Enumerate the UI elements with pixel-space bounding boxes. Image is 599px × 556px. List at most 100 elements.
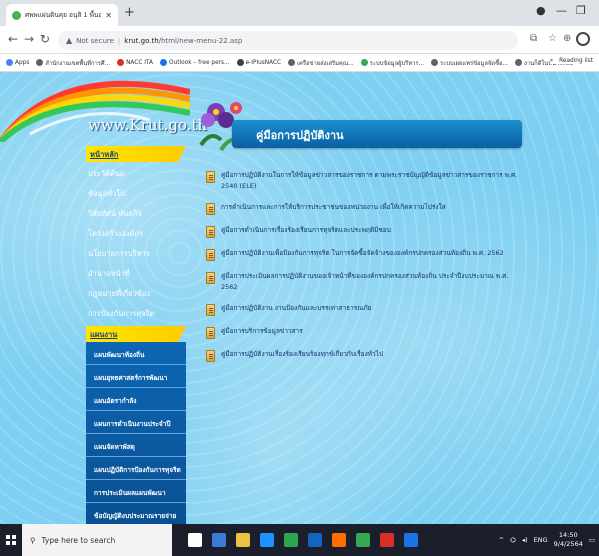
- sidebar-item-main[interactable]: ข้อมูลทั่วไป: [86, 182, 186, 202]
- sidebar-item-main[interactable]: ประวัติค้นม: [86, 162, 186, 182]
- document-list-item: คู่มือการประเมินผลการปฏิบัติงานของเจ้าหน…: [206, 271, 526, 293]
- clock[interactable]: 14:50 9/4/2564: [554, 531, 583, 549]
- extensions-icon[interactable]: ⊕: [563, 33, 571, 44]
- sidebar-item-plan[interactable]: แผนการดำเนินงานประจำปี: [86, 411, 186, 434]
- sidebar-item-main[interactable]: อำนาจหน้าที่: [86, 262, 186, 282]
- system-tray: ^ ⌬ ◂) ENG 14:50 9/4/2564 ▭: [499, 524, 595, 556]
- bookmark-star-icon[interactable]: ☆: [548, 33, 557, 44]
- taskbar-apps: [188, 533, 418, 547]
- volume-icon[interactable]: ◂): [522, 536, 528, 544]
- bookmark-favicon-icon: [515, 59, 523, 66]
- bookmark-label: เครือข่ายส่งเสริมคุณ...: [297, 60, 354, 67]
- bookmark-favicon-icon: [117, 59, 125, 66]
- bookmark-item[interactable]: ระบบข้อมูลผู้บริหาร...: [360, 58, 425, 68]
- new-tab-button[interactable]: +: [124, 5, 135, 20]
- translate-icon[interactable]: ⧉: [530, 33, 537, 44]
- bookmark-favicon-icon: [236, 59, 244, 66]
- clock-time: 14:50: [558, 531, 578, 539]
- document-link[interactable]: คู่มือการประเมินผลการปฏิบัติงานของเจ้าหน…: [221, 271, 526, 293]
- sidebar-item-plan[interactable]: ข้อบัญญัติงบประมาณรายจ่าย: [86, 503, 186, 524]
- sidebar-head-plan[interactable]: แผนงาน: [86, 326, 186, 342]
- document-link[interactable]: คู่มือการบริการข้อมูลข่าวสาร: [221, 326, 303, 337]
- sidebar-item-main[interactable]: การป้องกันการทุจริต: [86, 302, 186, 322]
- document-link[interactable]: คู่มือการปฏิบัติงาน งานป้องกันและบรรเทาส…: [221, 303, 371, 314]
- bookmark-favicon-icon: [159, 59, 167, 66]
- bookmark-item[interactable]: สำนักงานเขตพื้นที่การศึ...: [36, 58, 110, 68]
- network-icon[interactable]: ⌬: [510, 536, 516, 544]
- document-list-item: คู่มือการปฏิบัติงาน งานป้องกันและบรรเทาส…: [206, 303, 526, 316]
- sidebar-item-plan[interactable]: แผนอัตรากำลัง: [86, 388, 186, 411]
- tray-chevron-icon[interactable]: ^: [499, 536, 504, 544]
- document-icon: [206, 171, 215, 183]
- clock-date: 9/4/2564: [553, 540, 583, 548]
- taskbar-app-icon[interactable]: [260, 533, 274, 547]
- bookmark-favicon-icon: [6, 59, 13, 66]
- minimize-button[interactable]: —: [556, 4, 567, 17]
- reading-list-button[interactable]: Reading list: [559, 58, 593, 64]
- url-host: krut.go.th: [124, 36, 159, 45]
- sidebar-item-main[interactable]: โครงสร้างองค์กร: [86, 222, 186, 242]
- forward-button[interactable]: →: [24, 32, 34, 46]
- taskbar-app-icon[interactable]: [380, 533, 394, 547]
- bookmark-item[interactable]: Apps: [6, 59, 29, 66]
- bookmark-label: Apps: [15, 59, 30, 66]
- tab-title: ศพพแผ่นดินคุย อนุสิ 1 พื้นอศูล: [25, 11, 102, 19]
- sidebar-item-plan[interactable]: แผนยุทธศาสตร์การพัฒนา: [86, 365, 186, 388]
- taskbar-app-icon[interactable]: [236, 533, 250, 547]
- warning-icon: ▲: [66, 36, 73, 45]
- bookmark-item[interactable]: เครือข่ายส่งเสริมคุณ...: [288, 58, 354, 68]
- taskbar-app-icon[interactable]: [212, 533, 226, 547]
- language-indicator[interactable]: ENG: [534, 536, 548, 544]
- document-list-item: คู่มือการปฏิบัติงานในการให้ข้อมูลข่าวสาร…: [206, 170, 526, 192]
- bookmark-label: ระบบข้อมูลผู้บริหาร...: [369, 60, 425, 67]
- bookmark-favicon-icon: [431, 59, 439, 66]
- bookmark-item[interactable]: NACC ITA: [117, 59, 153, 66]
- bookmarks-more-button[interactable]: »: [550, 58, 554, 64]
- windows-icon: [6, 535, 16, 545]
- taskbar-app-icon[interactable]: [308, 533, 322, 547]
- record-indicator-icon: ●: [536, 4, 546, 17]
- sidebar-item-main[interactable]: วิสัยทัศน์ พันธกิจ: [86, 202, 186, 222]
- browser-tab[interactable]: ศพพแผ่นดินคุย อนุสิ 1 พื้นอศูล ✕: [6, 4, 118, 26]
- reload-button[interactable]: ↻: [40, 32, 50, 46]
- taskbar-app-icon[interactable]: [284, 533, 298, 547]
- bookmark-label: NACC ITA: [126, 59, 153, 66]
- close-tab-icon[interactable]: ✕: [105, 11, 112, 20]
- document-link[interactable]: คู่มือการปฏิบัติงานเรื่องร้องเรียนร้องทุ…: [221, 349, 383, 360]
- back-button[interactable]: ←: [8, 32, 18, 46]
- bookmark-item[interactable]: e-IPlusNACC: [236, 59, 282, 66]
- not-secure-label: Not secure: [76, 36, 114, 45]
- sidebar-item-main[interactable]: กฎหมายที่เกี่ยวข้อง: [86, 282, 186, 302]
- url-field[interactable]: ▲ Not secure | krut.go.th/html/new-menu-…: [58, 31, 518, 50]
- sidebar-head-main[interactable]: หน้าหลัก: [86, 146, 186, 162]
- document-link[interactable]: คู่มือการดำเนินการเรื่องร้องเรียนการทุจร…: [221, 225, 391, 236]
- taskbar-app-icon[interactable]: [356, 533, 370, 547]
- taskbar-app-icon[interactable]: [188, 533, 202, 547]
- taskbar-app-icon[interactable]: [332, 533, 346, 547]
- document-icon: [206, 327, 215, 339]
- bookmark-item[interactable]: ระบบเผยแพร่ข้อมูลจัดซื้อ...: [431, 58, 508, 68]
- sidebar-item-plan[interactable]: แผนจัดหาพัสดุ: [86, 434, 186, 457]
- document-link[interactable]: คู่มือการปฏิบัติงานในการให้ข้อมูลข่าวสาร…: [221, 170, 526, 192]
- search-placeholder: Type here to search: [41, 535, 116, 545]
- start-button[interactable]: [0, 524, 22, 556]
- sidebar-item-plan[interactable]: การประเมินผลแผนพัฒนา: [86, 480, 186, 503]
- profile-avatar-icon[interactable]: [576, 32, 590, 46]
- taskbar-app-icon[interactable]: [404, 533, 418, 547]
- taskbar-search[interactable]: ⚲ Type here to search: [22, 524, 172, 556]
- document-link[interactable]: การดำเนินการและการให้บริการประชาชนของหน่…: [221, 202, 446, 213]
- sidebar-item-plan[interactable]: แผนพัฒนาท้องถิ่น: [86, 342, 186, 365]
- bookmark-label: e-IPlusNACC: [245, 59, 282, 66]
- page-viewport: www.Krut.go.th คู่มือการปฏิบัติงาน หน้าห…: [0, 72, 599, 524]
- bookmarks-bar: Apps สำนักงานเขตพื้นที่การศึ... NACC ITA Ou…: [0, 54, 599, 72]
- notification-icon[interactable]: ▭: [589, 536, 595, 544]
- sidebar-item-plan[interactable]: แผนปฏิบัติการป้องกันการทุจริต: [86, 457, 186, 480]
- bookmark-favicon-icon: [36, 59, 44, 66]
- sidebar-item-main[interactable]: นโยบายการบริหาร: [86, 242, 186, 262]
- bookmarks-overflow: » Reading list: [549, 58, 593, 64]
- restore-button[interactable]: ❐: [576, 4, 586, 17]
- document-list-item: คู่มือการปฏิบัติงานเรื่องร้องเรียนร้องทุ…: [206, 349, 526, 362]
- bookmark-item[interactable]: Outlook – free pers...: [159, 59, 230, 66]
- site-favicon-icon: [12, 10, 21, 20]
- document-link[interactable]: คู่มือการปฏิบัติงานเพื่อป้องกันการทุจริต…: [221, 248, 504, 259]
